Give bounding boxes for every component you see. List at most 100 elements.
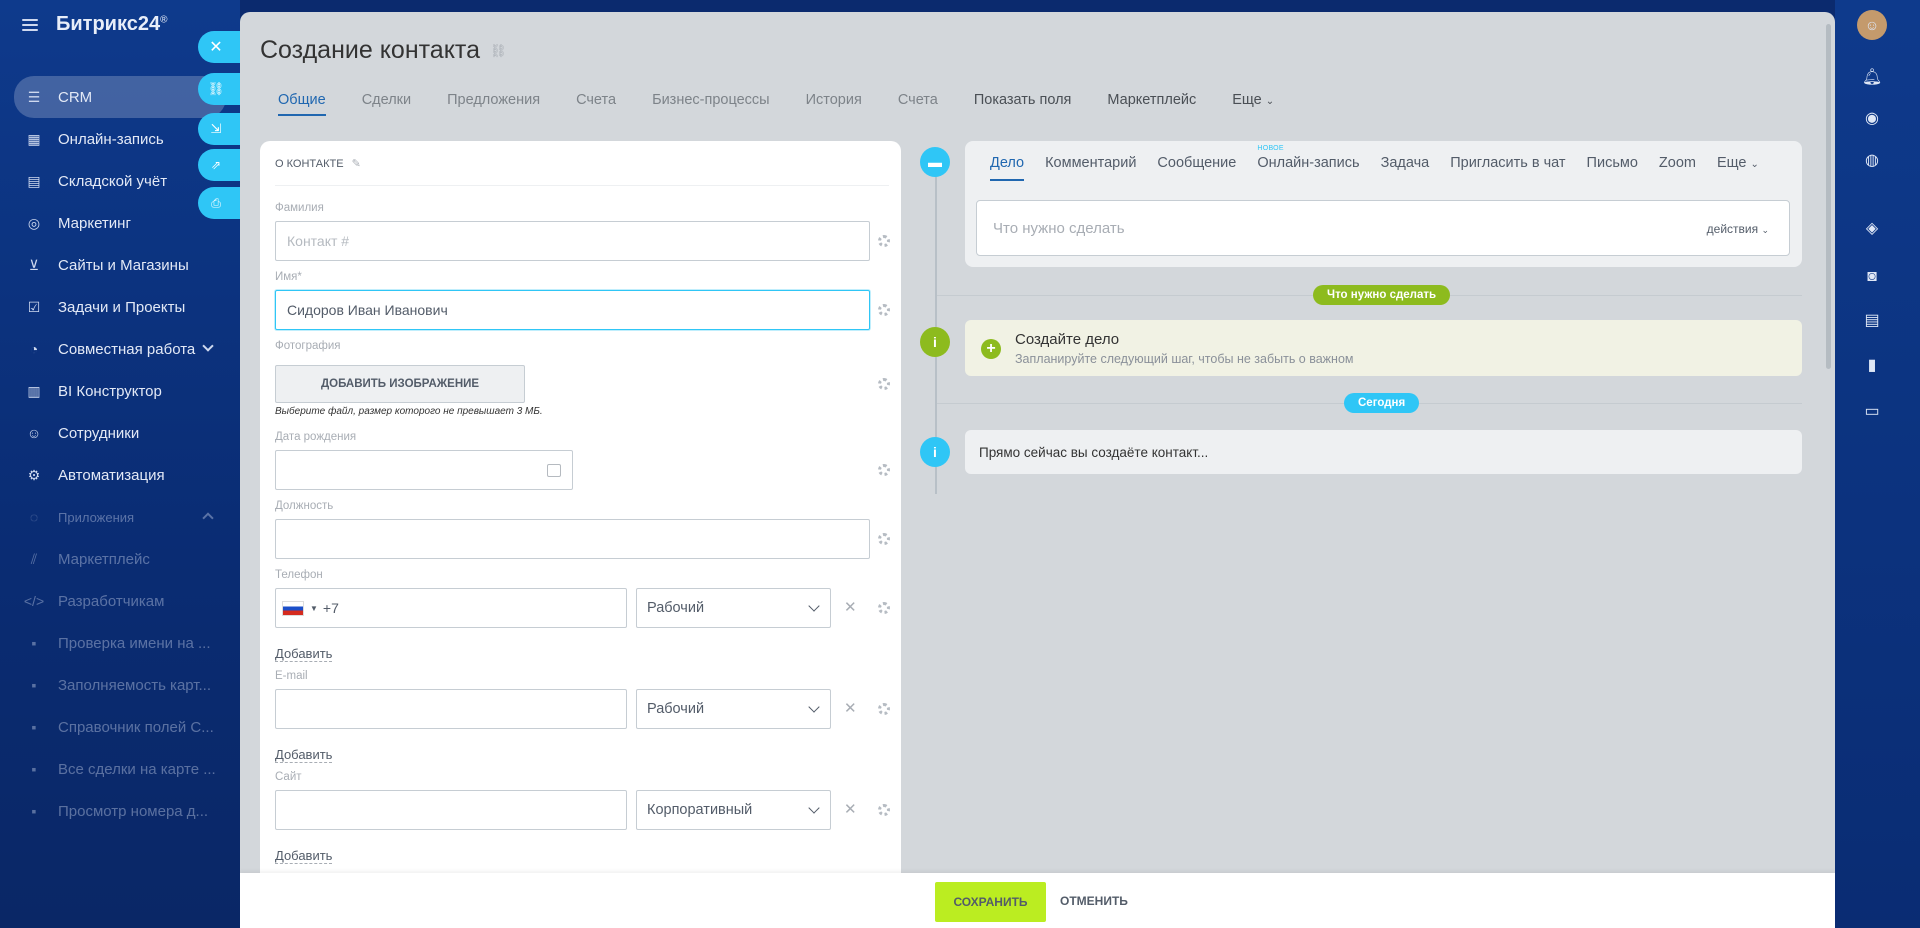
sidebar-item-warehouse[interactable]: ▤ Складской учёт [14,160,226,202]
minimize-button[interactable]: ⇲ [198,113,242,145]
editor-tab-zoom[interactable]: Zoom [1659,155,1696,181]
sidebar-item-app-3[interactable]: ▪ Справочник полей С... [14,706,226,748]
plus-circle-icon[interactable]: + [981,339,1001,359]
sidebar-item-dev[interactable]: </> Разработчикам [14,580,226,622]
copy-link-button[interactable]: ⛓ [198,73,242,105]
sidebar-item-automation[interactable]: ⚙ Автоматизация [14,454,226,496]
email-input[interactable] [275,689,627,729]
comments-icon[interactable]: ▭ [1857,396,1887,426]
name-value: Сидоров Иван Иванович [287,302,448,318]
chevron-down-icon [202,340,214,352]
tab-more[interactable]: Еще ⌄ [1232,92,1274,116]
sidebar-item-collab[interactable]: ◔ Совместная работа [14,328,226,370]
birthdate-input[interactable] [275,450,573,490]
add-phone-link[interactable]: Добавить [275,646,333,662]
calendar-icon[interactable] [547,464,561,477]
remove-site-icon[interactable]: ✕ [844,800,857,818]
target-icon: ◎ [27,214,41,231]
editor-tab-booking[interactable]: НОВОЕ Онлайн-запись [1257,145,1359,181]
burger-menu-icon[interactable] [22,18,38,31]
tab-invoices-2[interactable]: Счета [898,92,938,116]
tab-general[interactable]: Общие [278,92,326,116]
sidebar-item-tasks[interactable]: ☑ Задачи и Проекты [14,286,226,328]
add-email-link[interactable]: Добавить [275,747,333,763]
gear-icon[interactable] [878,464,890,476]
actions-dropdown[interactable]: действия ⌄ [1707,222,1769,236]
tab-deals[interactable]: Сделки [362,92,411,116]
sidebar-item-booking[interactable]: ▦ Онлайн-запись [14,118,226,160]
position-input[interactable] [275,519,870,559]
bot-icon[interactable]: ◙ [1857,262,1887,292]
sidebar-item-app-1[interactable]: ▪ Проверка имени на ... [14,622,226,664]
add-site-link[interactable]: Добавить [275,848,333,864]
country-dropdown-icon[interactable]: ▼ [310,604,318,613]
gear-icon[interactable] [878,235,890,247]
sidebar-item-employees[interactable]: ☺ Сотрудники [14,412,226,454]
editor-tab-task[interactable]: Задача [1381,155,1430,181]
gear-icon[interactable] [878,804,890,816]
remove-phone-icon[interactable]: ✕ [844,598,857,616]
sidebar-item-crm[interactable]: ☰ CRM [14,76,226,118]
messenger-icon[interactable]: ◍ [1857,145,1887,175]
pencil-icon[interactable]: ✎ [352,157,361,170]
sidebar-nav: ☰ CRM ▦ Онлайн-запись ▤ Складской учёт ◎ Мар… [14,76,226,832]
notes-icon[interactable]: ▤ [1857,305,1887,335]
user-avatar[interactable]: ☺ [1857,10,1887,40]
phone-type-select[interactable]: Рабочий [636,588,831,628]
gear-icon[interactable] [878,703,890,715]
logo[interactable]: Битрикс24® [56,13,167,36]
bookmark-icon[interactable]: ▮ [1857,350,1887,380]
email-type-select[interactable]: Рабочий [636,689,831,729]
site-input[interactable] [275,790,627,830]
section-title: О КОНТАКТЕ ✎ [275,157,361,171]
tab-quotes[interactable]: Предложения [447,92,540,116]
editor-tab-message[interactable]: Сообщение [1157,155,1236,181]
calendar-icon: ▦ [27,130,41,147]
scrollbar[interactable] [1826,24,1831,369]
remove-email-icon[interactable]: ✕ [844,699,857,717]
lastname-input[interactable]: Контакт # [275,221,870,261]
app-avatar-icon[interactable]: ◈ [1857,213,1887,243]
app-badge-icon: ▪ [31,635,37,651]
sidebar-item-marketing[interactable]: ◎ Маркетинг [14,202,226,244]
sidebar-item-app-5[interactable]: ▪ Просмотр номера д... [14,790,226,832]
russia-flag-icon[interactable] [282,600,304,616]
tab-show-fields[interactable]: Показать поля [974,92,1072,116]
editor-tab-email[interactable]: Письмо [1587,155,1638,181]
editor-tab-more[interactable]: Еще ⌄ [1717,155,1759,181]
copilot-icon[interactable]: ◉ [1857,103,1887,133]
notifications-icon[interactable]: 🔔︎ [1857,62,1887,92]
name-input[interactable]: Сидоров Иван Иванович [275,290,870,330]
gear-icon[interactable] [878,602,890,614]
lastname-placeholder: Контакт # [287,233,350,249]
editor-tab-todo[interactable]: Дело [990,155,1025,181]
save-button[interactable]: СОХРАНИТЬ [935,882,1046,922]
cancel-button[interactable]: ОТМЕНИТЬ [1060,894,1128,908]
sidebar-item-market[interactable]: ⫽ Маркетплейс [14,538,226,580]
sidebar-item-sites[interactable]: ⊻ Сайты и Магазины [14,244,226,286]
gear-icon[interactable] [878,304,890,316]
gear-icon[interactable] [878,378,890,390]
sidebar-item-app-4[interactable]: ▪ Все сделки на карте ... [14,748,226,790]
editor-tab-chat[interactable]: Пригласить в чат [1450,155,1565,181]
sidebar-item-app-2[interactable]: ▪ Заполняемость карт... [14,664,226,706]
open-new-window-button[interactable]: ⇗ [198,149,242,181]
sidebar-item-bi[interactable]: ▥ BI Конструктор [14,370,226,412]
site-type-select[interactable]: Корпоративный [636,790,831,830]
close-slider-button[interactable]: ✕ [198,31,242,63]
phone-input[interactable]: ▼ +7 [275,588,627,628]
add-image-button[interactable]: ДОБАВИТЬ ИЗОБРАЖЕНИЕ [275,365,525,403]
tab-history[interactable]: История [806,92,862,116]
editor-tab-comment[interactable]: Комментарий [1045,155,1136,181]
print-button[interactable]: ⎙ [198,187,242,219]
chevron-down-icon: ⌄ [1761,225,1769,235]
link-icon[interactable]: ⛓ [490,43,507,59]
close-icon: ✕ [209,39,223,56]
create-activity-card[interactable]: + Создайте дело Запланируйте следующий ш… [965,320,1802,376]
tab-marketplace[interactable]: Маркетплейс [1107,92,1196,116]
todo-input[interactable]: Что нужно сделать действия ⌄ [976,200,1790,256]
tab-bizproc[interactable]: Бизнес-процессы [652,92,770,116]
sidebar-item-apps[interactable]: ◌ Приложения [14,496,226,538]
tab-invoices[interactable]: Счета [576,92,616,116]
gear-icon[interactable] [878,533,890,545]
